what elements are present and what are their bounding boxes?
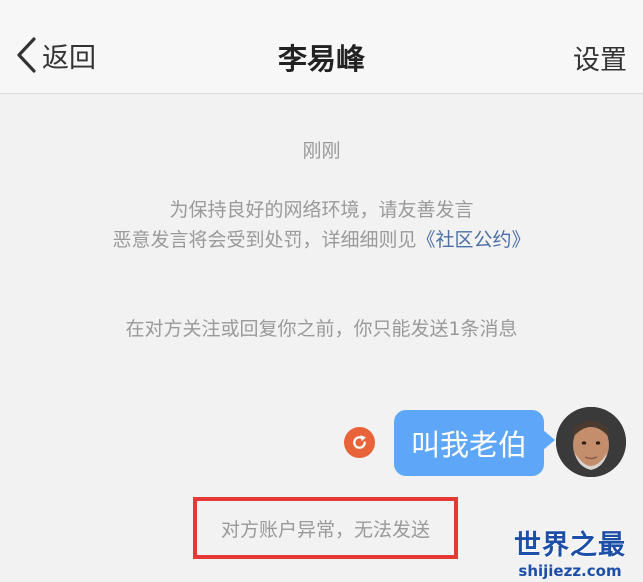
community-rules-link[interactable]: 《社区公约》 [417,229,531,251]
send-failed-notice: 对方账户异常，无法发送 [193,497,458,559]
watermark-title: 世界之最 [514,530,626,561]
settings-button[interactable]: 设置 [573,38,627,77]
page-title: 李易峰 [277,42,365,76]
civility-notice-line1: 为保持良好的网络环境，请友善发言 [169,199,474,221]
bubble-tail [543,430,555,450]
watermark-url: shijiezz.com [518,562,622,580]
send-failed-text: 对方账户异常，无法发送 [220,518,430,541]
refresh-icon [353,435,366,449]
nav-bar: 返回 李易峰 设置 [0,0,643,94]
sent-message-bubble[interactable]: 叫我老伯 [394,410,555,476]
message-timestamp: 刚刚 [302,140,341,162]
resend-button[interactable] [344,427,375,458]
penalty-notice-text: 恶意发言将会受到处罚，详细细则见 [112,229,417,251]
avatar-portrait [556,407,626,477]
message-text: 叫我老伯 [410,428,527,462]
watermark-logo: 世界之最 shijiezz.com [505,530,635,580]
civility-notice-line2: 恶意发言将会受到处罚，详细细则见《社区公约》 [0,225,643,255]
message-limit-notice: 在对方关注或回复你之前，你只能发送1条消息 [125,318,518,340]
avatar[interactable] [556,407,626,477]
